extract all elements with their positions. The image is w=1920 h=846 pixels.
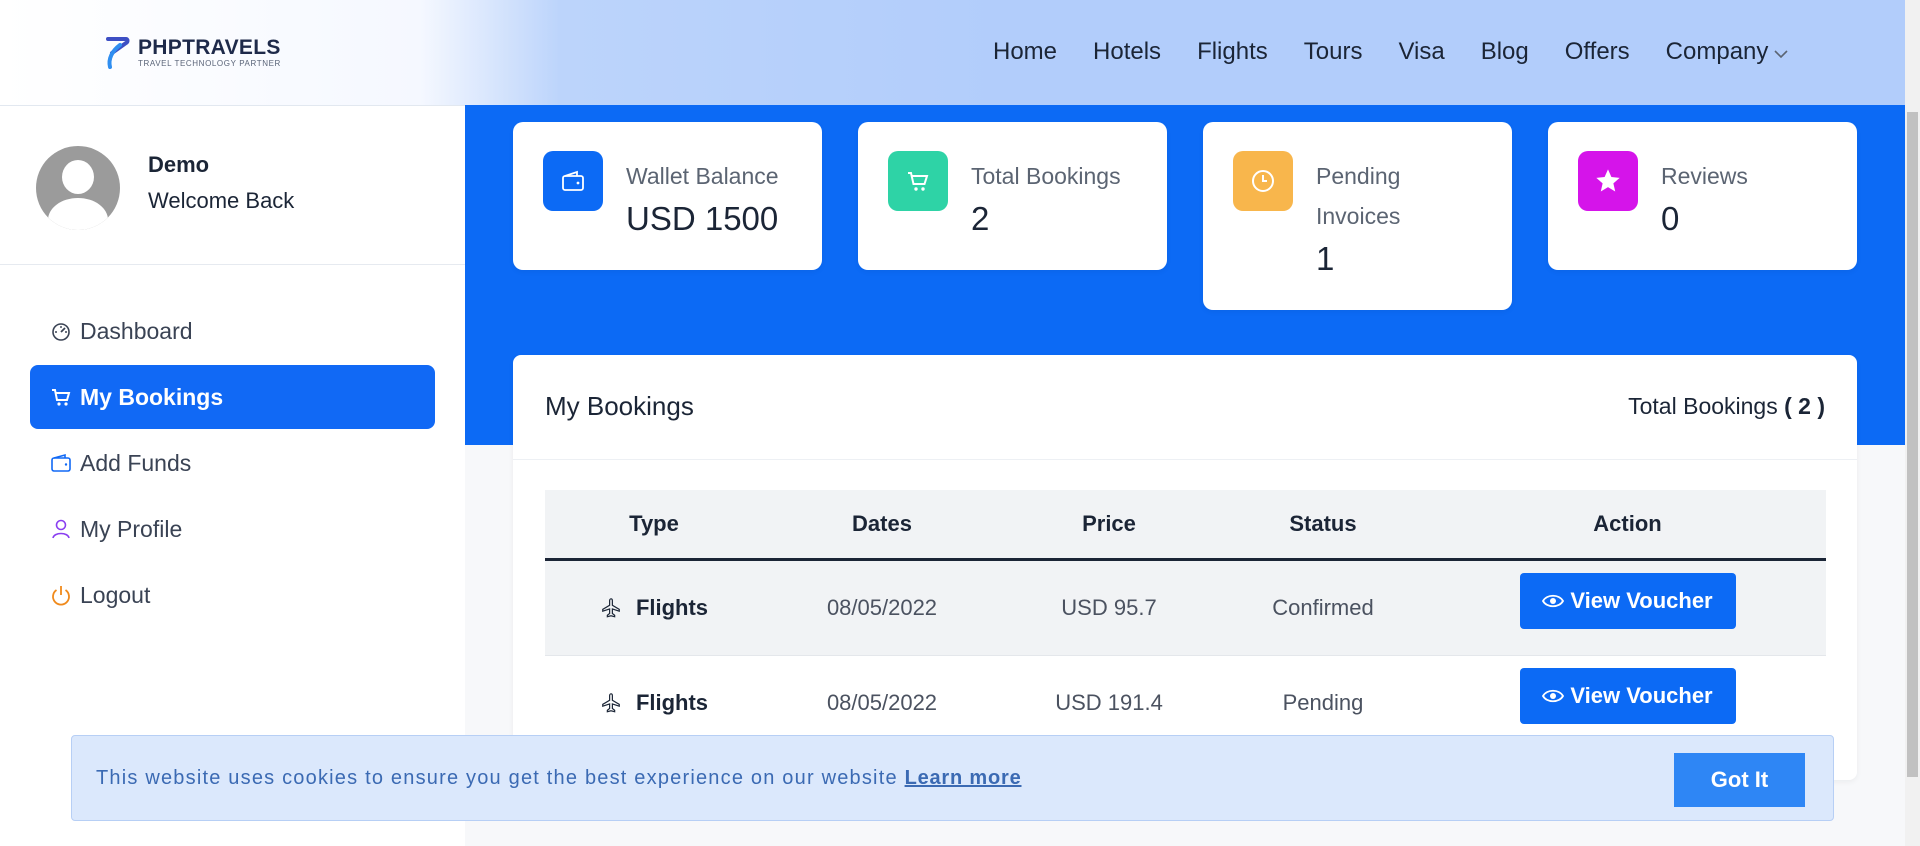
bookings-panel-header: My Bookings Total Bookings ( 2 ) <box>513 355 1857 460</box>
cart-icon <box>888 151 948 211</box>
sidebar-item-add-funds[interactable]: Add Funds <box>30 431 435 495</box>
stat-label: Reviews <box>1661 163 1748 189</box>
page-scrollbar[interactable] <box>1905 0 1920 846</box>
booking-type-label: Flights <box>635 690 709 715</box>
learn-more-link[interactable]: Learn more <box>905 767 1022 789</box>
col-type: Type <box>629 511 679 536</box>
booking-type: Flights <box>545 595 763 621</box>
stat-label: Total Bookings <box>971 163 1121 189</box>
panel-title: My Bookings <box>545 391 694 421</box>
view-voucher-label: View Voucher <box>1570 683 1713 708</box>
sidebar-item-my-bookings[interactable]: My Bookings <box>30 365 435 429</box>
col-price: Price <box>1082 511 1136 536</box>
total-bookings-label: Total Bookings <box>1628 393 1778 419</box>
stat-label: Wallet Balance <box>626 163 779 189</box>
user-profile-card: Demo Welcome Back <box>0 106 465 265</box>
user-greeting: Welcome Back <box>148 188 295 213</box>
eye-icon <box>1542 689 1565 703</box>
nav-hotels[interactable]: Hotels <box>1093 38 1161 66</box>
cookie-banner: This website uses cookies to ensure you … <box>71 735 1834 821</box>
stat-card-pending-invoices: Pending Invoices 1 <box>1203 122 1512 310</box>
sidebar-item-label: Add Funds <box>80 449 192 476</box>
stat-value: 2 <box>971 200 990 237</box>
booking-type: Flights <box>545 690 763 716</box>
stat-card-total-bookings: Total Bookings 2 <box>858 122 1167 270</box>
table-row: Flights 08/05/2022 USD 95.7 Confirmed Vi… <box>545 561 1826 656</box>
view-voucher-button[interactable]: View Voucher <box>1519 668 1736 724</box>
sidebar-item-label: Logout <box>80 581 151 608</box>
booking-status: Confirmed <box>1272 595 1374 620</box>
stat-value: 1 <box>1316 240 1335 277</box>
bookings-panel: My Bookings Total Bookings ( 2 ) Type Da… <box>513 355 1857 780</box>
brand-tagline: TRAVEL TECHNOLOGY PARTNER <box>138 58 281 68</box>
booking-action: View Voucher <box>1429 668 1826 731</box>
clock-icon <box>1233 151 1293 211</box>
plane-icon <box>602 598 620 618</box>
booking-date: 08/05/2022 <box>826 690 938 715</box>
brand-mark-icon <box>106 37 130 69</box>
sidebar-item-dashboard[interactable]: Dashboard <box>30 299 435 363</box>
stat-value: USD 1500 <box>626 200 779 237</box>
sidebar-item-logout[interactable]: Logout <box>30 563 435 627</box>
scrollbar-thumb[interactable] <box>1907 112 1918 777</box>
col-status: Status <box>1289 511 1357 536</box>
brand-name: PHPTRAVELS <box>138 35 281 59</box>
sidebar-item-label: Dashboard <box>80 317 193 344</box>
user-name: Demo <box>148 152 210 177</box>
booking-date: 08/05/2022 <box>826 595 938 620</box>
avatar <box>36 146 120 230</box>
col-dates: Dates <box>852 511 912 536</box>
nav-company[interactable]: Company <box>1666 38 1789 66</box>
col-action: Action <box>1593 511 1662 536</box>
total-bookings-value: ( 2 ) <box>1784 393 1825 419</box>
view-voucher-button[interactable]: View Voucher <box>1519 573 1736 629</box>
star-icon <box>1578 151 1638 211</box>
sidebar-menu: Dashboard My Bookings Add Funds My Profi… <box>30 299 435 629</box>
chevron-down-icon <box>1774 50 1788 59</box>
wallet-icon <box>543 151 603 211</box>
nav-flights[interactable]: Flights <box>1197 38 1268 66</box>
brand-logo[interactable]: PHPTRAVELS TRAVEL TECHNOLOGY PARTNER <box>102 33 281 71</box>
stat-card-reviews: Reviews 0 <box>1548 122 1857 270</box>
sidebar-item-label: My Bookings <box>80 383 224 410</box>
booking-price: USD 95.7 <box>1061 595 1157 620</box>
nav-tours[interactable]: Tours <box>1304 38 1363 66</box>
booking-status: Pending <box>1282 690 1364 715</box>
wallet-icon <box>50 452 72 474</box>
eye-icon <box>1542 594 1565 608</box>
sidebar-item-my-profile[interactable]: My Profile <box>30 497 435 561</box>
cookie-message: This website uses cookies to ensure you … <box>96 767 1022 790</box>
booking-price: USD 191.4 <box>1055 690 1163 715</box>
booking-type-label: Flights <box>635 595 709 620</box>
bookings-table: Type Dates Price Status Action Flights 0… <box>545 490 1826 751</box>
nav-company-label: Company <box>1665 38 1769 65</box>
nav-offers[interactable]: Offers <box>1565 38 1630 66</box>
sidebar-item-label: My Profile <box>80 515 183 542</box>
stat-card-wallet: Wallet Balance USD 1500 <box>513 122 822 270</box>
user-icon <box>50 518 72 540</box>
total-bookings-count: Total Bookings ( 2 ) <box>1628 393 1825 420</box>
gauge-icon <box>50 320 72 342</box>
cookie-text: This website uses cookies to ensure you … <box>96 767 898 789</box>
table-header: Type Dates Price Status Action <box>545 490 1826 561</box>
view-voucher-label: View Voucher <box>1570 588 1713 613</box>
top-header: PHPTRAVELS TRAVEL TECHNOLOGY PARTNER Hom… <box>0 0 1905 106</box>
stat-label: Pending Invoices <box>1316 163 1401 229</box>
main-nav: Home Hotels Flights Tours Visa Blog Offe… <box>993 38 1788 66</box>
nav-visa[interactable]: Visa <box>1398 38 1444 66</box>
nav-blog[interactable]: Blog <box>1481 38 1529 66</box>
got-it-button[interactable]: Got It <box>1674 753 1805 807</box>
plane-icon <box>602 693 620 713</box>
nav-home[interactable]: Home <box>993 38 1057 66</box>
power-icon <box>50 584 72 606</box>
stat-value: 0 <box>1661 200 1680 237</box>
cart-icon <box>50 386 72 408</box>
booking-action: View Voucher <box>1429 573 1826 636</box>
